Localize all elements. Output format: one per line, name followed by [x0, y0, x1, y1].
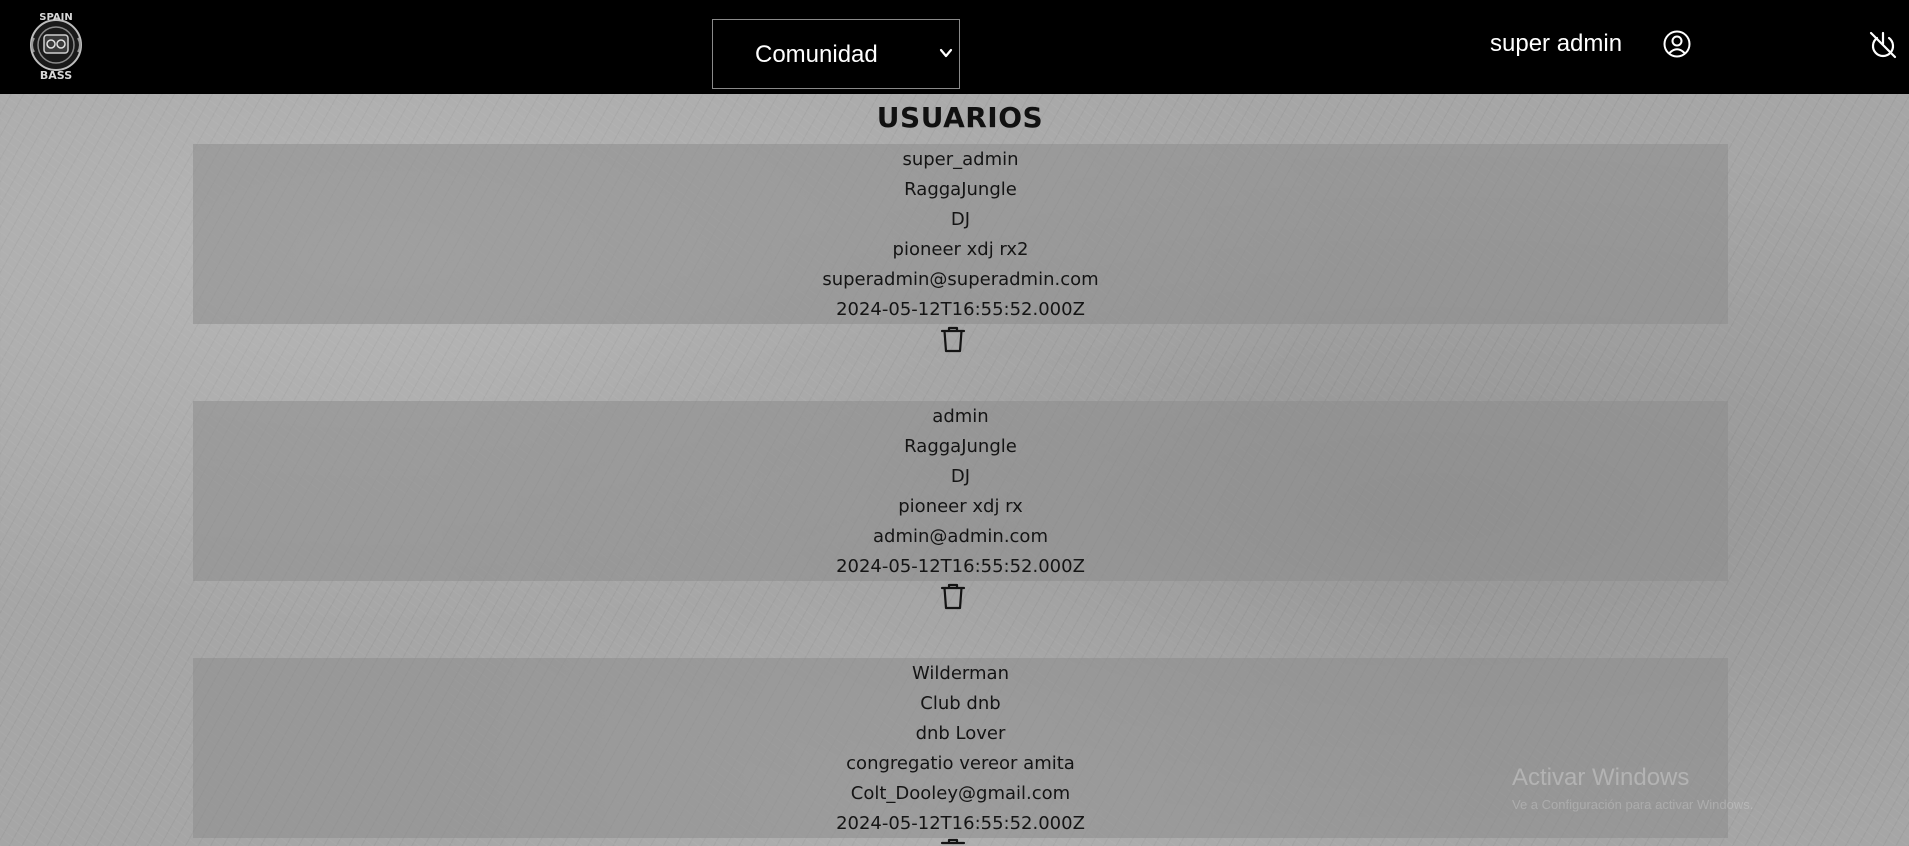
trash-icon	[940, 838, 966, 845]
user-email: superadmin@superadmin.com	[822, 269, 1099, 290]
user-username: admin	[932, 406, 989, 427]
power-off-icon	[1869, 31, 1897, 59]
section-select[interactable]: Comunidad	[713, 20, 959, 88]
user-email: Colt_Dooley@gmail.com	[850, 783, 1071, 804]
profile-button[interactable]	[1662, 29, 1692, 59]
current-user-name: super admin	[1490, 30, 1623, 57]
delete-user-button[interactable]	[939, 581, 967, 611]
user-genre: RaggaJungle	[904, 436, 1017, 457]
user-card: Wilderman Club dnb dnb Lover congregatio…	[193, 658, 1728, 838]
trash-icon	[940, 583, 966, 610]
spain-bass-logo[interactable]: SPAIN BASS	[20, 8, 92, 82]
user-card: admin RaggaJungle DJ pioneer xdj rx admi…	[193, 401, 1728, 581]
trash-icon	[940, 326, 966, 353]
user-equipment: pioneer xdj rx2	[892, 239, 1029, 260]
top-navbar: SPAIN BASS Comunidad super admin	[0, 0, 1909, 94]
user-created-at: 2024-05-12T16:55:52.000Z	[836, 813, 1085, 834]
user-genre: Club dnb	[920, 693, 1001, 714]
user-equipment: congregatio vereor amita	[846, 753, 1075, 774]
user-username: Wilderman	[912, 663, 1009, 684]
page-title: USUARIOS	[876, 101, 1044, 134]
user-created-at: 2024-05-12T16:55:52.000Z	[836, 299, 1085, 320]
user-created-at: 2024-05-12T16:55:52.000Z	[836, 556, 1085, 577]
delete-user-button[interactable]	[939, 324, 967, 354]
user-equipment: pioneer xdj rx	[898, 496, 1023, 517]
delete-user-button[interactable]	[939, 836, 967, 846]
user-circle-icon	[1663, 30, 1691, 58]
user-genre: RaggaJungle	[904, 179, 1017, 200]
logo-text-top: SPAIN	[39, 12, 72, 23]
user-card: super_admin RaggaJungle DJ pioneer xdj r…	[193, 144, 1728, 324]
user-username: super_admin	[902, 149, 1019, 170]
windows-activation-subtext: Ve a Configuración para activar Windows.	[1512, 797, 1754, 812]
user-role: DJ	[950, 209, 971, 230]
logo-text-bottom: BASS	[40, 69, 72, 82]
user-email: admin@admin.com	[873, 526, 1048, 547]
user-role: dnb Lover	[915, 723, 1006, 744]
windows-activation-watermark: Activar Windows	[1512, 764, 1690, 791]
logout-button[interactable]	[1868, 30, 1898, 60]
section-select-wrapper: Comunidad	[712, 19, 960, 89]
user-role: DJ	[950, 466, 971, 487]
